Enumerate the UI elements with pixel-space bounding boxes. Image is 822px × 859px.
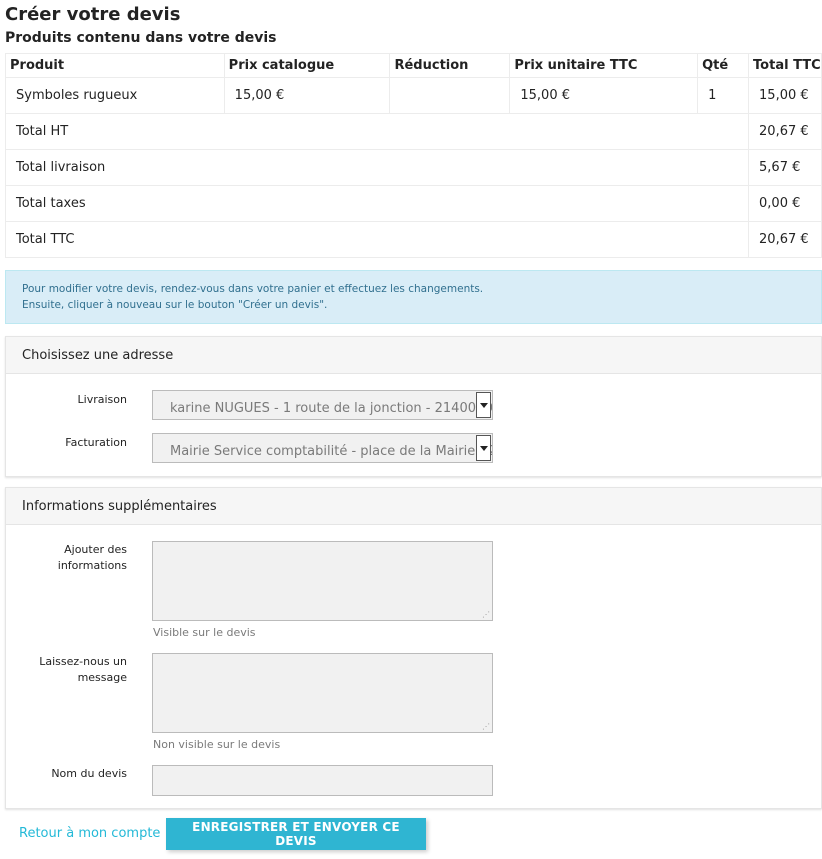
- info-line-2: Ensuite, cliquer à nouveau sur le bouton…: [22, 299, 328, 311]
- delivery-address-value: karine NUGUES - 1 route de la jonction -…: [170, 401, 493, 416]
- message-textarea[interactable]: ⋰: [152, 653, 493, 733]
- total-ttc-label: Total TTC: [4, 221, 750, 258]
- resize-grip-icon[interactable]: ⋰: [482, 611, 490, 619]
- total-shipping-value: 5,67 €: [748, 149, 822, 186]
- page-title: Créer votre devis: [5, 4, 181, 25]
- message-label: Laissez-nous un message: [39, 655, 127, 684]
- quote-name-input[interactable]: [152, 765, 493, 796]
- table-row: Total HT 20,67 €: [4, 113, 822, 150]
- table-row: Total livraison 5,67 €: [4, 149, 822, 186]
- product-catalog-price: 15,00 €: [223, 77, 391, 114]
- delivery-label: Livraison: [77, 393, 127, 406]
- total-taxes-value: 0,00 €: [748, 185, 822, 222]
- billing-label: Facturation: [65, 436, 127, 449]
- table-row: Total taxes 0,00 €: [4, 185, 822, 222]
- add-info-label: Ajouter des informations: [57, 543, 127, 572]
- product-reduction: [389, 77, 511, 114]
- extra-info-panel-heading: Informations supplémentaires: [6, 488, 821, 525]
- info-alert: Pour modifier votre devis, rendez-vous d…: [5, 270, 822, 324]
- delivery-address-select[interactable]: karine NUGUES - 1 route de la jonction -…: [152, 390, 493, 420]
- save-and-send-quote-button[interactable]: ENREGISTRER ET ENVOYER CE DEVIS: [166, 818, 426, 850]
- table-header-row: Produit Prix catalogue Réduction Prix un…: [5, 53, 822, 78]
- quote-name-label: Nom du devis: [51, 767, 127, 780]
- col-header-total: Total TTC: [748, 53, 822, 78]
- extra-info-panel: Informations supplémentaires Ajouter des…: [5, 487, 822, 809]
- total-ht-value: 20,67 €: [748, 113, 822, 150]
- chevron-down-icon[interactable]: [476, 435, 491, 461]
- address-panel: Choisissez une adresse Livraison karine …: [5, 336, 822, 477]
- product-total: 15,00 €: [748, 77, 822, 114]
- resize-grip-icon[interactable]: ⋰: [482, 723, 490, 731]
- billing-address-select[interactable]: Mairie Service comptabilité - place de l…: [152, 433, 493, 463]
- total-shipping-label: Total livraison: [4, 149, 750, 186]
- message-help: Non visible sur le devis: [153, 738, 281, 751]
- product-unit-price: 15,00 €: [509, 77, 699, 114]
- address-panel-heading: Choisissez une adresse: [6, 337, 821, 374]
- add-info-textarea[interactable]: ⋰: [152, 541, 493, 621]
- product-qty: 1: [697, 77, 750, 114]
- product-name: Symboles rugueux: [5, 77, 225, 114]
- col-header-qty: Qté: [697, 53, 750, 78]
- col-header-reduction: Réduction: [389, 53, 511, 78]
- table-row: Total TTC 20,67 €: [4, 221, 822, 258]
- quote-table: Produit Prix catalogue Réduction Prix un…: [4, 53, 822, 258]
- total-ht-label: Total HT: [4, 113, 750, 150]
- col-header-unit-price: Prix unitaire TTC: [509, 53, 699, 78]
- table-row: Symboles rugueux 15,00 € 15,00 € 1 15,00…: [5, 77, 822, 114]
- products-heading: Produits contenu dans votre devis: [5, 30, 277, 46]
- billing-address-value: Mairie Service comptabilité - place de l…: [170, 444, 493, 459]
- col-header-product: Produit: [5, 53, 225, 78]
- add-info-help: Visible sur le devis: [153, 626, 256, 639]
- total-ttc-value: 20,67 €: [748, 221, 822, 258]
- total-taxes-label: Total taxes: [4, 185, 750, 222]
- col-header-catalog-price: Prix catalogue: [223, 53, 391, 78]
- back-to-account-link[interactable]: Retour à mon compte: [19, 826, 160, 841]
- chevron-down-icon[interactable]: [476, 392, 491, 418]
- info-line-1: Pour modifier votre devis, rendez-vous d…: [22, 283, 484, 295]
